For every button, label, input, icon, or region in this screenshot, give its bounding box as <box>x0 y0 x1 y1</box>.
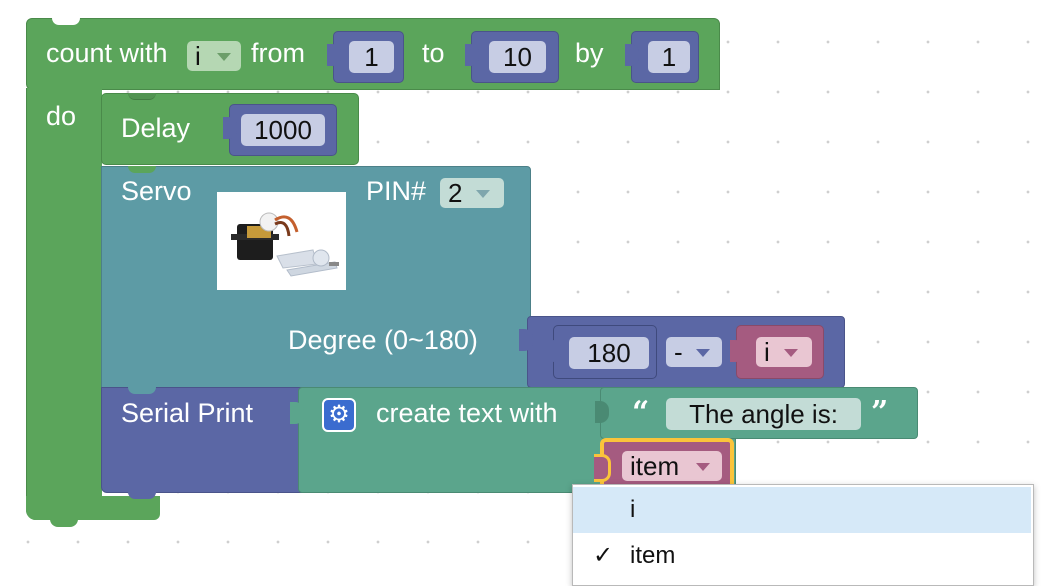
to-label: to <box>422 38 445 68</box>
count-loop-block-spine[interactable] <box>26 88 102 520</box>
operator-dropdown[interactable]: - <box>666 337 722 367</box>
count-loop-previous-notch <box>52 18 80 25</box>
serial-print-next-notch <box>128 492 156 499</box>
delay-previous-notch <box>128 93 156 100</box>
servo-motor-illustration <box>231 212 339 277</box>
operator-value: - <box>674 337 683 367</box>
by-value-field[interactable]: 1 <box>648 41 690 73</box>
text-value-field[interactable]: The angle is: <box>666 398 861 430</box>
create-text-label: create text with <box>376 398 558 428</box>
chevron-down-icon <box>696 349 710 357</box>
servo-motor-image <box>217 192 346 290</box>
item-variable-value: item <box>630 451 680 481</box>
degree-label: Degree (0~180) <box>288 325 478 355</box>
variable-i-notch <box>730 340 744 362</box>
variable-dropdown-menu: i ✓ item <box>572 484 1034 586</box>
gear-icon-glyph: ⚙ <box>328 401 350 428</box>
left-number-field[interactable]: 180 <box>569 337 649 369</box>
chevron-down-icon <box>476 190 490 198</box>
menu-item-label: i <box>630 496 636 523</box>
delay-label: Delay <box>121 113 191 143</box>
delay-input-notch <box>223 117 237 139</box>
serial-print-label: Serial Print <box>121 398 254 428</box>
to-value-field[interactable]: 10 <box>489 41 546 73</box>
check-mark-icon: ✓ <box>593 542 614 569</box>
loop-variable-value: i <box>195 41 201 71</box>
from-value-field[interactable]: 1 <box>349 41 394 73</box>
by-input-notch <box>625 44 639 66</box>
pin-value: 2 <box>448 178 463 208</box>
left-number-notch <box>547 340 561 362</box>
text-input-notch <box>595 401 609 423</box>
chevron-down-icon <box>696 463 710 471</box>
servo-label: Servo <box>121 176 192 206</box>
loop-variable-dropdown[interactable]: i <box>187 41 241 71</box>
by-label: by <box>575 38 604 68</box>
variable-i-value: i <box>764 337 770 367</box>
variable-i-dropdown[interactable]: i <box>756 337 812 367</box>
gear-icon[interactable]: ⚙ <box>322 398 356 432</box>
menu-item-item[interactable]: ✓ item <box>573 533 1031 579</box>
do-label: do <box>46 101 77 131</box>
delay-value-field[interactable]: 1000 <box>241 114 325 146</box>
count-loop-next-notch <box>50 519 78 527</box>
count-loop-block-bottom-arm[interactable] <box>26 496 160 520</box>
menu-item-i[interactable]: i <box>573 487 1031 533</box>
pin-dropdown[interactable]: 2 <box>440 178 504 208</box>
servo-previous-notch <box>128 166 156 173</box>
serial-print-previous-notch <box>128 387 156 394</box>
menu-item-label: item <box>630 542 676 569</box>
count-with-label: count with <box>46 38 168 68</box>
arithmetic-output-notch <box>519 329 533 351</box>
from-label: from <box>251 38 305 68</box>
chevron-down-icon <box>217 53 231 61</box>
create-text-output-notch <box>290 402 304 424</box>
item-variable-dropdown[interactable]: item <box>622 451 722 481</box>
chevron-down-icon <box>784 349 798 357</box>
to-input-notch <box>465 44 479 66</box>
pin-label: PIN# <box>366 176 427 206</box>
from-input-notch <box>327 44 341 66</box>
item-variable-notch <box>594 454 611 482</box>
open-quote-icon: “ <box>632 395 650 430</box>
close-quote-icon: ” <box>871 395 889 430</box>
